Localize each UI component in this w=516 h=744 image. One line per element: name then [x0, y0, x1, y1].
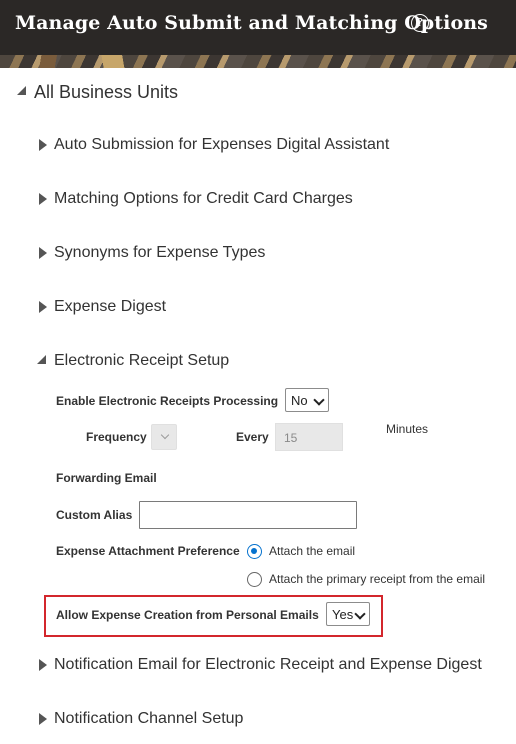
expand-triangle-icon[interactable] [39, 139, 47, 151]
frequency-select [151, 424, 177, 450]
page-header: Manage Auto Submit and Matching Options … [0, 0, 516, 68]
chevron-down-icon [160, 430, 170, 440]
expand-triangle-icon[interactable] [39, 301, 47, 313]
expand-triangle-icon[interactable] [39, 193, 47, 205]
tree-node-label: Notification Channel Setup [54, 710, 244, 727]
tree-node-label: Matching Options for Credit Card Charges [54, 190, 353, 207]
tree-root-label: All Business Units [34, 82, 179, 102]
help-icon[interactable]: ? [411, 14, 429, 32]
expand-triangle-icon[interactable] [39, 713, 47, 725]
collapse-triangle-icon[interactable] [37, 355, 46, 364]
tree-node-label: Notification Email for Electronic Receip… [54, 656, 482, 673]
forwarding-email-label: Forwarding Email [56, 471, 157, 485]
attachment-preference-label: Expense Attachment Preference [56, 544, 240, 558]
minutes-label: Minutes [386, 422, 429, 436]
select-value: No [291, 393, 308, 408]
attach-email-label[interactable]: Attach the email [269, 544, 355, 558]
attach-primary-receipt-label[interactable]: Attach the primary receipt from the emai… [269, 572, 485, 586]
attach-email-radio[interactable] [247, 544, 262, 559]
tree-node-label: Synonyms for Expense Types [54, 244, 266, 261]
attach-primary-receipt-radio[interactable] [247, 572, 262, 587]
tree-node-label: Auto Submission for Expenses Digital Ass… [54, 136, 390, 153]
frequency-label: Frequency [86, 430, 147, 444]
every-label: Every [236, 430, 269, 444]
personal-emails-select[interactable]: Yes [326, 602, 370, 626]
personal-emails-label: Allow Expense Creation from Personal Ema… [56, 608, 319, 622]
enable-receipts-label: Enable Electronic Receipts Processing [56, 394, 279, 408]
custom-alias-label: Custom Alias [56, 508, 133, 522]
custom-alias-input[interactable] [139, 501, 357, 529]
expand-triangle-icon[interactable] [39, 247, 47, 259]
expand-triangle-icon[interactable] [39, 659, 47, 671]
enable-receipts-select[interactable]: No [285, 388, 329, 412]
collapse-triangle-icon[interactable] [17, 86, 26, 95]
chevron-down-icon [313, 394, 325, 406]
chevron-down-icon [354, 608, 366, 620]
every-input: 15 [275, 423, 343, 451]
header-decorative-banner [0, 55, 516, 68]
select-value: Yes [332, 607, 354, 622]
tree-node-label: Expense Digest [54, 298, 167, 315]
tree-node-label: Electronic Receipt Setup [54, 352, 230, 369]
every-value: 15 [284, 431, 298, 445]
